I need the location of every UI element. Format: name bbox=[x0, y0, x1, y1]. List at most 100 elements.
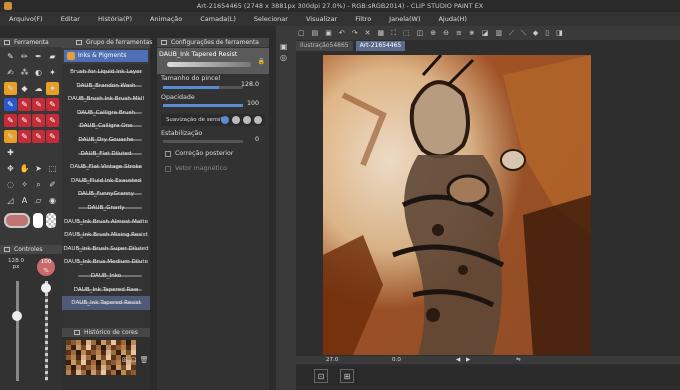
text-icon[interactable]: A bbox=[18, 194, 31, 207]
snap-special-icon[interactable]: ⟋ bbox=[509, 29, 514, 38]
ink-brush-icon[interactable]: ✎ bbox=[4, 82, 17, 95]
hand-icon[interactable]: ✋ bbox=[18, 162, 31, 175]
decoration-icon[interactable]: ✦ bbox=[46, 66, 59, 79]
rotate-right-icon[interactable]: ▶ bbox=[466, 356, 470, 364]
snap-grid-icon[interactable]: ▥ bbox=[495, 29, 502, 37]
layers-icon[interactable]: ◎ bbox=[280, 53, 292, 62]
navigator-toggle-icon[interactable]: ⊞ bbox=[340, 369, 354, 383]
sub-tool-orange-1-icon[interactable]: ✎ bbox=[4, 130, 17, 143]
expand-icon[interactable]: ⊕ bbox=[430, 29, 436, 37]
menu-file[interactable]: Arquivo(F) bbox=[0, 15, 52, 23]
selection-icon[interactable]: ⬚ bbox=[46, 162, 59, 175]
snap-vanishing-icon[interactable]: ⟍ bbox=[521, 29, 526, 38]
size-slider-handle[interactable] bbox=[12, 311, 22, 321]
brush-item[interactable]: DAUB_Inko bbox=[62, 269, 150, 283]
operation-icon[interactable]: ➤ bbox=[32, 162, 45, 175]
brush-item[interactable]: DAUB_Calligra Brush bbox=[62, 106, 150, 120]
brush-item[interactable]: DAUB_Flat Vintage Stroke bbox=[62, 160, 150, 174]
tab-art[interactable]: Art-21654465 bbox=[355, 41, 406, 51]
stabilization-value[interactable]: 0 bbox=[255, 136, 259, 143]
brush-size-slider[interactable] bbox=[163, 86, 243, 89]
delete-icon[interactable]: 🗑 bbox=[140, 356, 149, 364]
artwork-canvas[interactable] bbox=[323, 55, 591, 355]
menu-select[interactable]: Selecionar bbox=[245, 15, 297, 23]
eyedropper-icon[interactable]: ✐ bbox=[46, 178, 59, 191]
brush-size-value[interactable]: 128.0 bbox=[241, 81, 259, 88]
brush-item[interactable]: DAUB_Ink Brush Almost Matte bbox=[62, 215, 150, 229]
brush-item[interactable]: DAUB_Ink Brush Super Diluted bbox=[62, 242, 150, 256]
brush-item[interactable]: DAUB_Ink Tapered Resist bbox=[62, 296, 150, 310]
color-history-swatch[interactable] bbox=[131, 370, 136, 375]
transform-icon[interactable]: ⛶ bbox=[391, 29, 396, 38]
snap-ruler-icon[interactable]: ◪ bbox=[482, 29, 489, 37]
zoom-icon[interactable]: ⌕ bbox=[32, 178, 45, 191]
eraser-icon[interactable]: ▰ bbox=[46, 50, 59, 63]
duplicate-icon[interactable]: ⊞ bbox=[122, 356, 128, 364]
fill-icon[interactable]: ◆ bbox=[18, 82, 31, 95]
watercolor-icon[interactable]: ✦ bbox=[46, 82, 59, 95]
magic-wand-icon[interactable]: ✧ bbox=[18, 178, 31, 191]
undo-icon[interactable]: ↶ bbox=[339, 29, 345, 37]
brush-item[interactable]: DAUB_Gnarly bbox=[62, 201, 150, 215]
vector-checkbox[interactable] bbox=[165, 166, 171, 172]
move-icon[interactable]: ✥ bbox=[4, 162, 17, 175]
selection-launcher-icon[interactable]: ≡ bbox=[456, 29, 462, 37]
menu-layer[interactable]: Camada(L) bbox=[191, 15, 245, 23]
blend-icon[interactable]: ◐ bbox=[32, 66, 45, 79]
brush-item[interactable]: DAUB_Fluid Ink Exausted bbox=[62, 174, 150, 188]
rotate-left-icon[interactable]: ◀ bbox=[456, 356, 460, 364]
brush-item[interactable]: DAUB_Ink Brush Mixing Resist bbox=[62, 228, 150, 242]
dropper-icon[interactable]: ✚ bbox=[4, 146, 17, 159]
transparent-color-swatch[interactable] bbox=[46, 213, 56, 228]
sub-tool-red-2-icon[interactable]: ✎ bbox=[32, 98, 45, 111]
pen-icon[interactable]: ✎ bbox=[4, 50, 17, 63]
preset-dot-2[interactable] bbox=[232, 116, 240, 124]
brush-item[interactable]: DAUB_Dry Gouache bbox=[62, 133, 150, 147]
brush-item[interactable]: DAUB_Ink Tapered Raw bbox=[62, 283, 150, 297]
brush-item[interactable]: DAUB_FunnyGranny bbox=[62, 187, 150, 201]
window-icon[interactable]: ◨ bbox=[556, 29, 563, 37]
sub-tool-red-10-icon[interactable]: ✎ bbox=[46, 130, 59, 143]
stabilization-slider[interactable] bbox=[163, 140, 243, 143]
zoom-readout[interactable]: 27.0 bbox=[326, 356, 338, 364]
save-icon[interactable]: ▣ bbox=[325, 29, 332, 37]
navigator-icon[interactable]: ▣ bbox=[280, 42, 292, 51]
opacity-slider-track[interactable] bbox=[45, 281, 48, 381]
reference-icon[interactable]: ◆ bbox=[533, 29, 538, 37]
preset-dot-3[interactable] bbox=[243, 116, 251, 124]
open-icon[interactable]: ▤ bbox=[312, 29, 319, 37]
opacity-slider[interactable] bbox=[163, 104, 243, 107]
pencil-icon[interactable]: ✏ bbox=[18, 50, 31, 63]
tab-ilustracao[interactable]: Ilustração54865 bbox=[296, 41, 353, 51]
sub-tool-red-7-icon[interactable]: ✎ bbox=[46, 114, 59, 127]
opacity-slider-handle[interactable] bbox=[41, 283, 51, 293]
angle-readout[interactable]: 0.0 bbox=[392, 356, 401, 364]
brush-item[interactable]: DAUB_Calligra One bbox=[62, 119, 150, 133]
brush-item[interactable]: DAUB_Brush Ink Brush MkII bbox=[62, 92, 150, 106]
brush-item[interactable]: DAUB_Ink Brus Medium Dilute bbox=[62, 255, 150, 269]
clear-icon[interactable]: ✕ bbox=[365, 29, 371, 37]
frame-icon[interactable]: ▯ bbox=[545, 29, 549, 37]
preset-dot-4[interactable] bbox=[254, 116, 262, 124]
sub-color-swatch[interactable] bbox=[33, 213, 43, 228]
frame-icon[interactable]: ▱ bbox=[32, 194, 45, 207]
sub-tool-red-6-icon[interactable]: ✎ bbox=[32, 114, 45, 127]
sub-tool-red-9-icon[interactable]: ✎ bbox=[32, 130, 45, 143]
new-icon[interactable]: ▢ bbox=[298, 29, 305, 37]
balloon-icon[interactable]: ◉ bbox=[46, 194, 59, 207]
snap-icon[interactable]: ⋇ bbox=[469, 29, 475, 37]
lock-icon[interactable]: 🔒 bbox=[258, 58, 265, 65]
smudge-icon[interactable]: ☁ bbox=[32, 82, 45, 95]
marker-icon[interactable]: ✒ bbox=[32, 50, 45, 63]
menu-edit[interactable]: Editar bbox=[52, 15, 89, 23]
redo-icon[interactable]: ↷ bbox=[352, 29, 358, 37]
shrink-icon[interactable]: ⊖ bbox=[443, 29, 449, 37]
invert-icon[interactable]: ◫ bbox=[417, 29, 424, 37]
fill-selection-icon[interactable]: ▦ bbox=[378, 29, 385, 37]
brush-icon[interactable]: ✍ bbox=[4, 66, 17, 79]
brush-item[interactable]: Brush for Liquid Ink Layer bbox=[62, 65, 150, 79]
sub-tool-red-1-icon[interactable]: ✎ bbox=[18, 98, 31, 111]
deselect-icon[interactable]: ⬚ bbox=[403, 29, 410, 37]
new-subtool-icon[interactable]: ⊡ bbox=[131, 356, 137, 364]
correction-checkbox[interactable] bbox=[165, 151, 171, 157]
